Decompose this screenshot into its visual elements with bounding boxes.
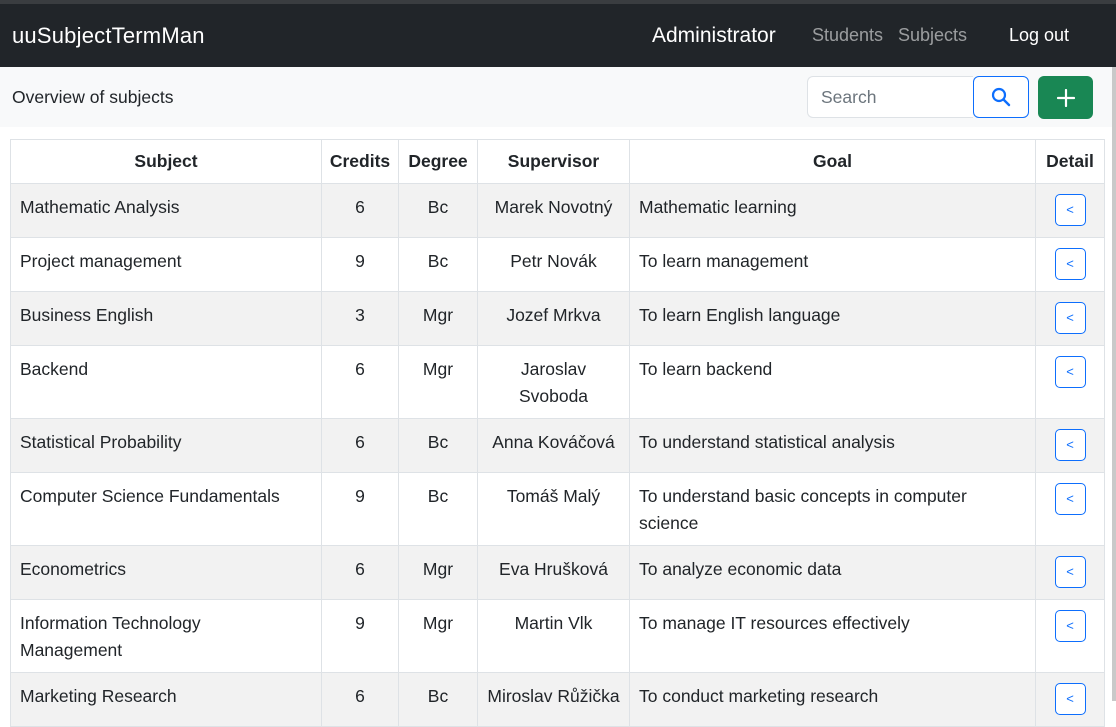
cell-degree: Mgr <box>398 599 478 673</box>
cell-degree: Bc <box>398 418 478 473</box>
nav-link-students[interactable]: Students <box>812 25 883 46</box>
cell-credits: 6 <box>321 418 399 473</box>
cell-supervisor: Martin Vlk <box>477 599 630 673</box>
table-row: Project management 9 Bc Petr Novák To le… <box>10 237 1105 292</box>
header-goal: Goal <box>629 139 1036 184</box>
detail-button[interactable]: < <box>1054 483 1086 515</box>
cell-supervisor: Jaroslav Svoboda <box>477 345 630 419</box>
cell-supervisor: Petr Novák <box>477 237 630 292</box>
cell-credits: 9 <box>321 472 399 546</box>
search-button[interactable] <box>973 76 1029 118</box>
cell-degree: Bc <box>398 472 478 546</box>
cell-detail: < <box>1035 545 1105 600</box>
cell-supervisor: Eva Hrušková <box>477 545 630 600</box>
detail-button[interactable]: < <box>1054 356 1086 388</box>
cell-degree: Bc <box>398 183 478 238</box>
cell-goal: To learn management <box>629 237 1036 292</box>
cell-subject: Computer Science Fundamentals <box>10 472 322 546</box>
cell-detail: < <box>1035 183 1105 238</box>
plus-icon <box>1056 88 1075 107</box>
cell-subject: Project management <box>10 237 322 292</box>
search-icon <box>991 87 1011 107</box>
cell-supervisor: Anna Kováčová <box>477 418 630 473</box>
detail-button[interactable]: < <box>1054 683 1086 715</box>
cell-detail: < <box>1035 237 1105 292</box>
cell-degree: Mgr <box>398 345 478 419</box>
cell-subject: Marketing Research <box>10 672 322 727</box>
cell-goal: To conduct marketing research <box>629 672 1036 727</box>
table-row: Mathematic Analysis 6 Bc Marek Novotný M… <box>10 183 1105 238</box>
page-title: Overview of subjects <box>12 86 174 107</box>
cell-detail: < <box>1035 418 1105 473</box>
header-subject: Subject <box>10 139 322 184</box>
cell-subject: Statistical Probability <box>10 418 322 473</box>
table-row: Computer Science Fundamentals 9 Bc Tomáš… <box>10 472 1105 546</box>
app-brand[interactable]: uuSubjectTermMan <box>12 23 205 49</box>
cell-credits: 9 <box>321 237 399 292</box>
cell-goal: To learn English language <box>629 291 1036 346</box>
nav-link-subjects[interactable]: Subjects <box>898 25 967 46</box>
cell-degree: Bc <box>398 672 478 727</box>
cell-supervisor: Jozef Mrkva <box>477 291 630 346</box>
cell-subject: Information Technology Management <box>10 599 322 673</box>
cell-goal: To manage IT resources effectively <box>629 599 1036 673</box>
detail-button[interactable]: < <box>1054 429 1086 461</box>
header-supervisor: Supervisor <box>477 139 630 184</box>
scrollbar[interactable] <box>1112 67 1116 701</box>
cell-degree: Mgr <box>398 291 478 346</box>
detail-button[interactable]: < <box>1054 194 1086 226</box>
table-row: Marketing Research 6 Bc Miroslav Růžička… <box>10 672 1105 727</box>
cell-goal: To learn backend <box>629 345 1036 419</box>
cell-detail: < <box>1035 345 1105 419</box>
detail-button[interactable]: < <box>1054 610 1086 642</box>
cell-credits: 3 <box>321 291 399 346</box>
search-input[interactable] <box>807 76 973 118</box>
table-row: Business English 3 Mgr Jozef Mrkva To le… <box>10 291 1105 346</box>
logout-button[interactable]: Log out <box>1009 25 1069 46</box>
subjects-table: Subject Credits Degree Supervisor Goal D… <box>10 139 1105 727</box>
cell-goal: To understand statistical analysis <box>629 418 1036 473</box>
cell-goal: To analyze economic data <box>629 545 1036 600</box>
cell-degree: Bc <box>398 237 478 292</box>
page-header-bar: Overview of subjects <box>0 67 1116 127</box>
table-row: Information Technology Management 9 Mgr … <box>10 599 1105 673</box>
cell-credits: 6 <box>321 545 399 600</box>
cell-subject: Econometrics <box>10 545 322 600</box>
cell-goal: Mathematic learning <box>629 183 1036 238</box>
detail-button[interactable]: < <box>1054 556 1086 588</box>
top-navbar: uuSubjectTermMan Administrator Students … <box>0 4 1116 67</box>
cell-degree: Mgr <box>398 545 478 600</box>
table-row: Econometrics 6 Mgr Eva Hrušková To analy… <box>10 545 1105 600</box>
subjects-table-container: Subject Credits Degree Supervisor Goal D… <box>10 139 1105 727</box>
table-row: Statistical Probability 6 Bc Anna Kováčo… <box>10 418 1105 473</box>
cell-credits: 9 <box>321 599 399 673</box>
cell-supervisor: Tomáš Malý <box>477 472 630 546</box>
user-role-label: Administrator <box>652 23 776 47</box>
cell-detail: < <box>1035 672 1105 727</box>
cell-subject: Mathematic Analysis <box>10 183 322 238</box>
cell-detail: < <box>1035 472 1105 546</box>
detail-button[interactable]: < <box>1054 248 1086 280</box>
cell-credits: 6 <box>321 183 399 238</box>
add-subject-button[interactable] <box>1038 76 1093 119</box>
header-detail: Detail <box>1035 139 1105 184</box>
header-degree: Degree <box>398 139 478 184</box>
detail-button[interactable]: < <box>1054 302 1086 334</box>
cell-credits: 6 <box>321 345 399 419</box>
cell-credits: 6 <box>321 672 399 727</box>
cell-detail: < <box>1035 291 1105 346</box>
table-row: Backend 6 Mgr Jaroslav Svoboda To learn … <box>10 345 1105 419</box>
cell-subject: Business English <box>10 291 322 346</box>
table-header-row: Subject Credits Degree Supervisor Goal D… <box>10 139 1105 184</box>
cell-detail: < <box>1035 599 1105 673</box>
cell-supervisor: Miroslav Růžička <box>477 672 630 727</box>
cell-subject: Backend <box>10 345 322 419</box>
header-credits: Credits <box>321 139 399 184</box>
cell-supervisor: Marek Novotný <box>477 183 630 238</box>
cell-goal: To understand basic concepts in computer… <box>629 472 1036 546</box>
